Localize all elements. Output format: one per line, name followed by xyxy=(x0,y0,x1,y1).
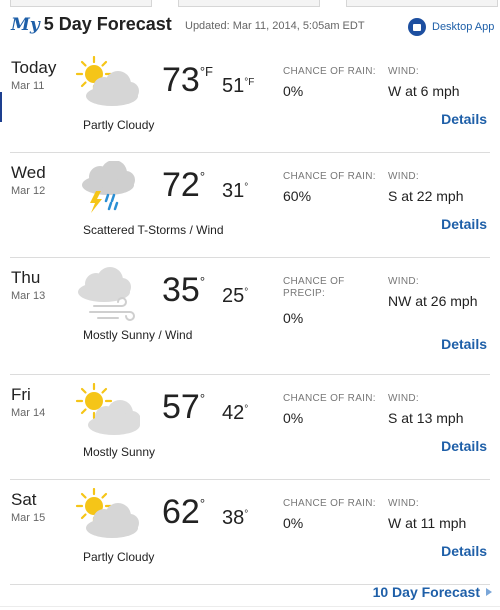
condition-text: Partly Cloudy xyxy=(83,550,155,564)
details-link[interactable]: Details xyxy=(441,336,487,352)
page-title: 5 Day Forecast xyxy=(43,14,172,34)
desktop-app-link[interactable]: Desktop App xyxy=(408,18,494,36)
wind-value: W at 6 mph xyxy=(388,83,460,99)
precip-value: 60% xyxy=(283,188,312,204)
wind-label: WIND: xyxy=(388,171,419,182)
arrow-right-icon xyxy=(486,588,492,596)
day-name: Thu xyxy=(11,268,41,287)
forecast-row: Fri Mar 14 Mostly Sunny 57° 42° CHANCE O… xyxy=(10,375,490,480)
low-temp: 38° xyxy=(222,507,249,529)
forecast-row: Today Mar 11 Partly Cloudy 73°F 51°F CHA… xyxy=(10,48,490,153)
ten-day-forecast-label: 10 Day Forecast xyxy=(372,584,480,600)
left-edge-marker xyxy=(0,92,2,122)
day-name: Wed xyxy=(11,163,46,182)
low-temp: 25° xyxy=(222,285,249,307)
precip-value: 0% xyxy=(283,310,304,326)
top-tab[interactable] xyxy=(346,0,498,7)
high-temp: 62° xyxy=(162,493,206,531)
low-temp: 42° xyxy=(222,402,249,424)
precip-value: 0% xyxy=(283,410,304,426)
day-date: Mar 14 xyxy=(11,407,46,419)
forecast-row: Sat Mar 15 Partly Cloudy 62° 38° CHANCE … xyxy=(10,480,490,585)
high-temp: 72° xyxy=(162,166,206,204)
low-temp: 31° xyxy=(222,180,249,202)
high-temp: 35° xyxy=(162,271,206,309)
divider xyxy=(0,606,500,607)
condition-text: Mostly Sunny xyxy=(83,445,156,459)
precip-value: 0% xyxy=(283,515,304,531)
details-link[interactable]: Details xyxy=(441,216,487,232)
day-date: Mar 12 xyxy=(11,185,46,197)
precip-label: CHANCE OF RAIN: xyxy=(283,498,376,509)
day-date: Mar 11 xyxy=(11,80,45,92)
day-name: Today xyxy=(11,58,57,77)
partly-cloudy-icon xyxy=(74,487,140,544)
precip-label: CHANCE OF RAIN: xyxy=(283,66,376,77)
desktop-app-icon xyxy=(408,18,426,36)
logo-my: My xyxy=(11,15,40,35)
forecast-row: Thu Mar 13 Mostly Sunny / Wind 35° 25° C… xyxy=(10,258,490,375)
thunderstorm-icon xyxy=(74,160,140,217)
top-tab-strip xyxy=(0,0,500,8)
condition-text: Partly Cloudy xyxy=(83,118,155,132)
updated-timestamp: Updated: Mar 11, 2014, 5:05am EDT xyxy=(185,20,365,32)
forecast-header: My 5 Day Forecast Updated: Mar 11, 2014,… xyxy=(0,10,500,46)
forecast-list: Today Mar 11 Partly Cloudy 73°F 51°F CHA… xyxy=(10,48,490,585)
wind-label: WIND: xyxy=(388,393,419,404)
wind-value: NW at 26 mph xyxy=(388,293,478,309)
day-date: Mar 13 xyxy=(11,290,46,302)
details-link[interactable]: Details xyxy=(441,111,487,127)
day-name: Sat xyxy=(11,490,37,509)
high-temp: 73°F xyxy=(162,61,213,99)
forecast-logo: My 5 Day Forecast xyxy=(11,14,172,35)
top-tab[interactable] xyxy=(10,0,152,7)
wind-value: S at 22 mph xyxy=(388,188,464,204)
details-link[interactable]: Details xyxy=(441,543,487,559)
precip-label: CHANCE OF RAIN: xyxy=(283,393,376,404)
precip-label: CHANCE OF RAIN: xyxy=(283,171,376,182)
day-name: Fri xyxy=(11,385,31,404)
wind-label: WIND: xyxy=(388,498,419,509)
mostly-sunny-icon xyxy=(74,382,141,439)
wind-value: W at 11 mph xyxy=(388,515,467,531)
top-tab[interactable] xyxy=(178,0,320,7)
low-temp: 51°F xyxy=(222,75,255,97)
high-temp: 57° xyxy=(162,388,206,426)
day-date: Mar 15 xyxy=(11,512,46,524)
wind-label: WIND: xyxy=(388,276,419,287)
precip-value: 0% xyxy=(283,83,304,99)
condition-text: Mostly Sunny / Wind xyxy=(83,328,193,342)
desktop-app-label: Desktop App xyxy=(432,21,495,33)
precip-label: CHANCE OF PRECIP: xyxy=(283,276,345,299)
cloud-wind-icon xyxy=(74,266,140,322)
partly-cloudy-icon xyxy=(74,55,140,112)
wind-label: WIND: xyxy=(388,66,419,77)
ten-day-forecast-link[interactable]: 10 Day Forecast xyxy=(373,584,492,600)
wind-value: S at 13 mph xyxy=(388,410,464,426)
details-link[interactable]: Details xyxy=(441,438,487,454)
condition-text: Scattered T-Storms / Wind xyxy=(83,223,224,237)
forecast-row: Wed Mar 12 Scattered T-Storms / Wind 72°… xyxy=(10,153,490,258)
